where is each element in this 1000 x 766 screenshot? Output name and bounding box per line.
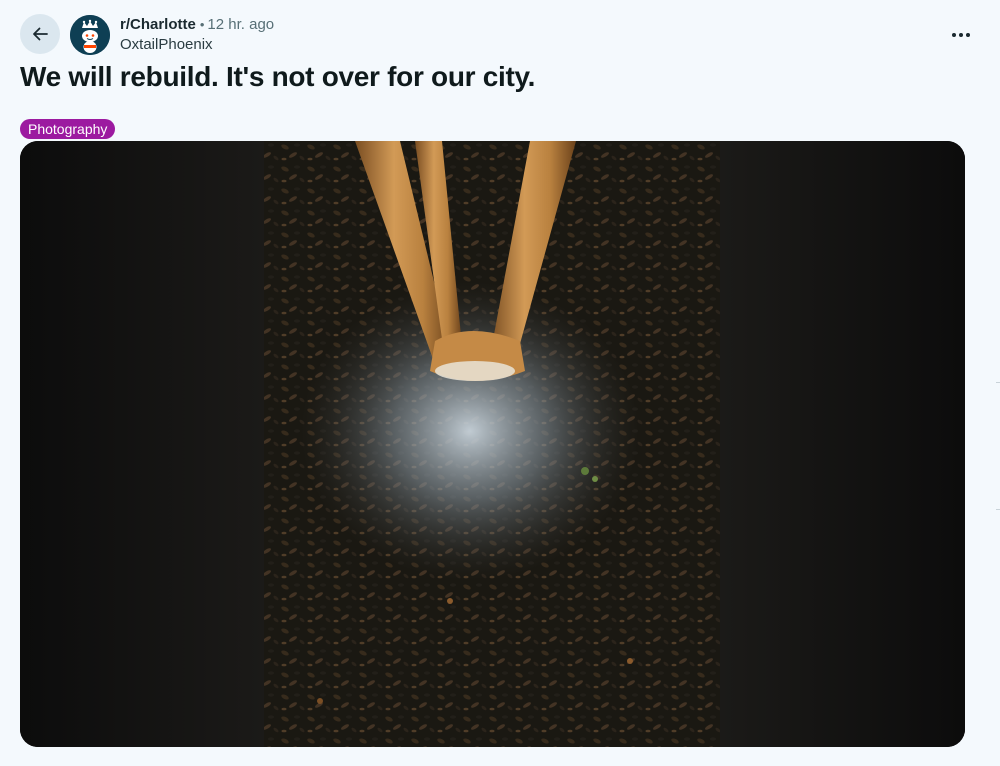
- author-link[interactable]: OxtailPhoenix: [120, 36, 274, 54]
- snoo-avatar-icon: [70, 15, 110, 55]
- more-options-button[interactable]: [948, 22, 974, 48]
- subreddit-link[interactable]: r/Charlotte: [120, 16, 196, 33]
- post-flair[interactable]: Photography: [20, 119, 116, 139]
- window-edge: [996, 0, 1000, 766]
- back-arrow-icon: [33, 27, 48, 41]
- back-button[interactable]: [20, 14, 60, 54]
- post-header: r/Charlotte • 12 hr. ago OxtailPhoenix: [20, 14, 980, 56]
- subreddit-avatar[interactable]: [70, 15, 110, 55]
- meta-separator: •: [199, 17, 205, 32]
- post-meta: r/Charlotte • 12 hr. ago OxtailPhoenix: [120, 16, 274, 54]
- photo-icon: [20, 141, 965, 747]
- more-horizontal-icon: [952, 33, 970, 37]
- post-title: We will rebuild. It's not over for our c…: [20, 61, 536, 92]
- post-age: 12 hr. ago: [207, 16, 275, 33]
- post-image[interactable]: [20, 141, 965, 747]
